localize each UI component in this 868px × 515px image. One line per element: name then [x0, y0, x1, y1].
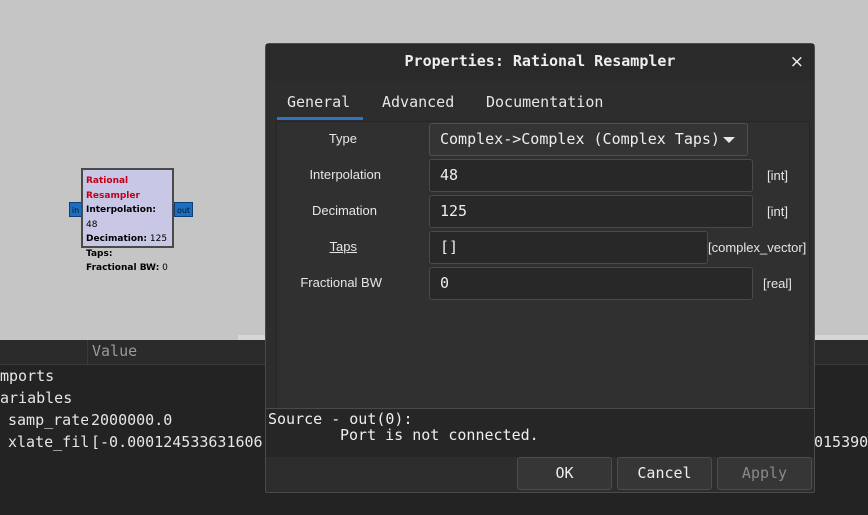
dialog-title: Properties: Rational Resampler	[404, 52, 676, 70]
general-tab-content: Type Complex->Complex (Complex Taps) Int…	[276, 121, 810, 409]
block-param-interpolation: Interpolation: 48	[86, 205, 156, 230]
tree-row-name: ariables	[0, 389, 73, 407]
interpolation-type-hint: [int]	[767, 168, 788, 183]
fractional-bw-input[interactable]: 0	[429, 267, 753, 300]
error-message-detail: Port is not connected.	[340, 426, 539, 444]
cancel-button[interactable]: Cancel	[617, 457, 712, 490]
block-param-decimation: Decimation: 125	[86, 234, 168, 244]
name-column-header[interactable]	[0, 340, 88, 364]
interpolation-input[interactable]: 48	[429, 159, 753, 192]
ok-button[interactable]: OK	[517, 457, 612, 490]
value-column-header[interactable]: Value	[92, 342, 137, 360]
tree-row-name: xlate_filt	[8, 433, 88, 451]
tab-advanced[interactable]: Advanced	[382, 93, 454, 111]
block-output-port[interactable]: out	[174, 202, 193, 217]
type-dropdown[interactable]: Complex->Complex (Complex Taps)	[429, 123, 748, 156]
block-param-fractional-bw: Fractional BW: 0	[86, 263, 168, 273]
rational-resampler-block[interactable]: Rational Resampler Interpolation: 48 Dec…	[81, 168, 174, 273]
active-tab-indicator	[277, 117, 363, 120]
tree-row-name: samp_rate	[8, 411, 88, 429]
taps-input[interactable]: []	[429, 231, 708, 264]
decimation-input[interactable]: 125	[429, 195, 753, 228]
tab-general[interactable]: General	[287, 93, 350, 111]
fractional-bw-label: Fractional BW	[300, 275, 382, 290]
error-message-area: Source - out(0): Port is not connected.	[266, 408, 814, 457]
properties-dialog: Properties: Rational Resampler × General…	[265, 43, 815, 493]
tree-row-value-overflow: 0153903	[814, 433, 868, 451]
dialog-titlebar[interactable]: Properties: Rational Resampler ×	[266, 44, 814, 82]
taps-label[interactable]: Taps	[277, 239, 357, 254]
decimation-type-hint: [int]	[767, 204, 788, 219]
close-icon[interactable]: ×	[790, 52, 804, 72]
tree-row-name: mports	[0, 367, 55, 385]
interpolation-label: Interpolation	[309, 167, 381, 182]
block-title: Rational Resampler	[86, 176, 140, 201]
block-param-taps: Taps:	[86, 248, 113, 259]
taps-type-hint: [complex_vector]	[708, 240, 807, 255]
type-dropdown-value: Complex->Complex (Complex Taps)	[440, 130, 720, 148]
decimation-label: Decimation	[311, 203, 377, 218]
tree-row-value: 2000000.0	[91, 411, 173, 429]
type-label: Type	[328, 131, 357, 146]
tab-documentation[interactable]: Documentation	[486, 93, 603, 111]
apply-button[interactable]: Apply	[717, 457, 812, 490]
chevron-down-icon	[723, 137, 735, 143]
tree-row-value: [-0.000124533631606	[91, 433, 263, 451]
tab-bar: General Advanced Documentation	[266, 81, 814, 121]
fractional-bw-type-hint: [real]	[763, 276, 792, 291]
